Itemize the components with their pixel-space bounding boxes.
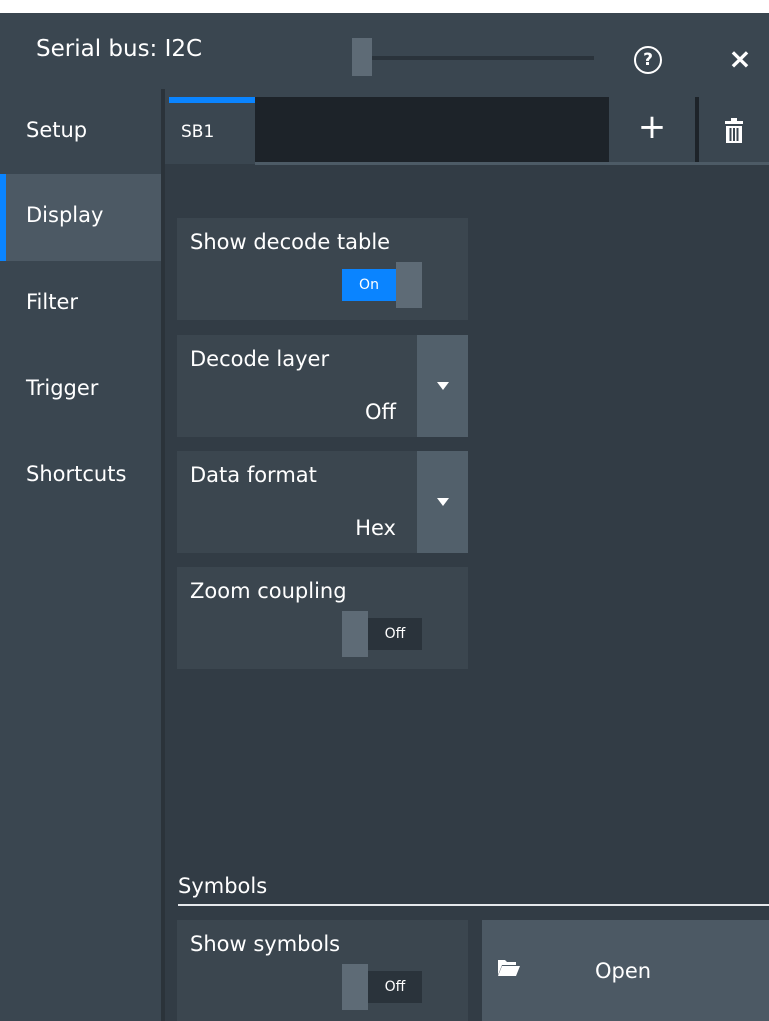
sidebar-item-label: Display [26,203,104,227]
open-button-label: Open [595,959,652,983]
sidebar-item-trigger[interactable]: Trigger [0,347,161,434]
transparency-slider-handle[interactable] [352,38,372,76]
show-decode-table-setting: Show decode table On [177,218,468,320]
symbols-section-title: Symbols [178,874,268,898]
sidebar-item-shortcuts[interactable]: Shortcuts [0,433,161,520]
toggle-knob [396,262,422,308]
folder-open-icon [498,960,520,976]
decode-layer-setting[interactable]: Decode layer Off [177,335,468,437]
tab-sb1[interactable]: SB1 [169,97,255,164]
show-decode-table-toggle[interactable]: On [342,262,426,308]
decode-layer-label: Decode layer [190,347,330,371]
title-bar: Serial bus: I2C ? × [0,13,769,89]
toggle-knob [342,611,368,657]
tab-label: SB1 [181,122,215,142]
trash-icon [725,118,743,143]
data-format-setting[interactable]: Data format Hex [177,451,468,553]
add-bus-button[interactable]: + [609,97,695,162]
delete-bus-button[interactable] [699,97,769,162]
show-symbols-label: Show symbols [190,932,341,956]
sidebar-item-label: Shortcuts [26,462,127,486]
data-format-label: Data format [190,463,317,487]
show-symbols-toggle[interactable]: Off [342,964,426,1010]
zoom-coupling-toggle[interactable]: Off [342,611,426,657]
toggle-state-label: Off [368,618,422,650]
transparency-slider-track[interactable] [372,56,594,60]
show-symbols-setting: Show symbols Off [177,920,468,1021]
zoom-coupling-label: Zoom coupling [190,579,347,603]
decode-layer-value: Off [365,400,396,424]
data-format-value: Hex [355,516,396,540]
sidebar-item-label: Setup [26,118,88,142]
sidebar: Setup Display Filter Trigger Shortcuts [0,89,161,1021]
decode-layer-dropdown-button[interactable] [417,335,468,437]
data-format-dropdown-button[interactable] [417,451,468,553]
toggle-state-label: On [342,269,396,301]
zoom-coupling-setting: Zoom coupling Off [177,567,468,669]
close-icon[interactable]: × [725,41,755,77]
sidebar-item-label: Filter [26,290,79,314]
plus-icon: + [637,107,667,147]
sidebar-item-label: Trigger [26,376,99,400]
toggle-knob [342,964,368,1010]
open-symbols-button[interactable]: Open [482,920,769,1021]
sidebar-item-display[interactable]: Display [0,174,161,261]
toggle-state-label: Off [368,971,422,1003]
symbols-section-divider [178,904,769,906]
sidebar-item-setup[interactable]: Setup [0,89,161,176]
window-title: Serial bus: I2C [36,36,203,62]
sidebar-item-filter[interactable]: Filter [0,261,161,348]
tab-underline [255,162,769,165]
tab-bar: SB1 + [165,89,769,165]
show-decode-table-label: Show decode table [190,230,391,254]
help-icon[interactable]: ? [634,46,662,74]
